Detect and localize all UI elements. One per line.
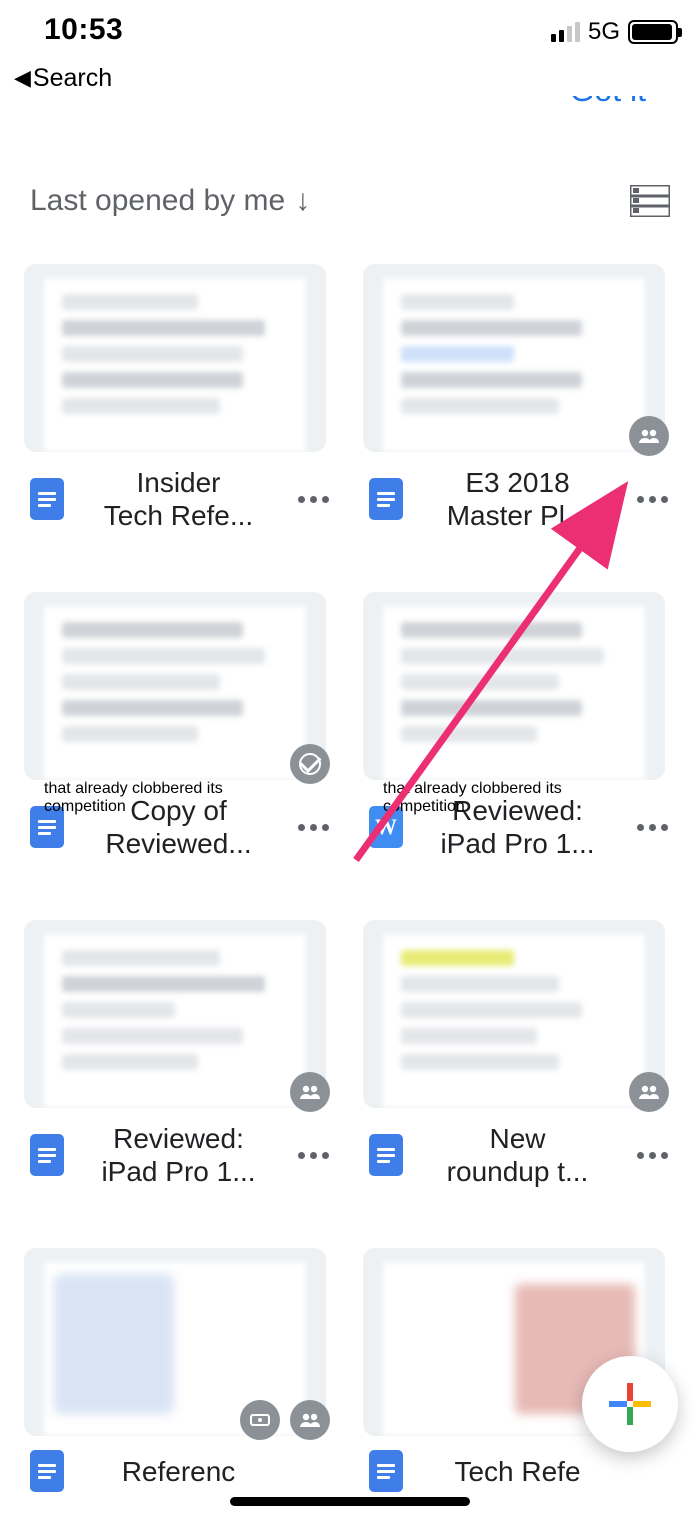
status-bar: 10:53 5G bbox=[0, 0, 700, 60]
file-title: Reviewed:iPad Pro 1... bbox=[78, 1122, 279, 1188]
sort-button[interactable]: Last opened by me ↓ bbox=[30, 184, 310, 218]
plus-icon bbox=[607, 1381, 653, 1427]
file-title: Tech Refe bbox=[417, 1455, 618, 1488]
more-icon bbox=[298, 496, 329, 503]
more-button[interactable] bbox=[632, 490, 672, 508]
battery-icon bbox=[628, 20, 678, 44]
back-button[interactable]: ◀ Search bbox=[0, 60, 700, 96]
file-card[interactable]: that already clobbered its competition W… bbox=[363, 592, 676, 860]
new-document-fab[interactable] bbox=[582, 1356, 678, 1452]
file-title: Newroundup t... bbox=[417, 1122, 618, 1188]
list-view-icon bbox=[630, 185, 670, 217]
more-icon bbox=[637, 1152, 668, 1159]
docs-icon bbox=[30, 1450, 64, 1492]
file-thumbnail bbox=[24, 264, 326, 452]
more-icon bbox=[637, 824, 668, 831]
sort-label: Last opened by me bbox=[30, 184, 285, 218]
shared-badge-icon bbox=[629, 416, 669, 456]
file-card[interactable]: Reviewed:iPad Pro 1... bbox=[24, 920, 337, 1188]
file-card[interactable]: InsiderTech Refe... bbox=[24, 264, 337, 532]
shared-badge-icon bbox=[290, 1072, 330, 1112]
docs-icon bbox=[369, 1450, 403, 1492]
docs-icon bbox=[369, 1134, 403, 1176]
view-toggle-button[interactable] bbox=[630, 185, 670, 217]
signal-icon bbox=[551, 22, 580, 42]
file-thumbnail bbox=[24, 920, 326, 1108]
more-icon bbox=[298, 824, 329, 831]
more-button[interactable] bbox=[293, 490, 333, 508]
file-card[interactable]: E3 2018Master Pl... bbox=[363, 264, 676, 532]
sort-row: Last opened by me ↓ bbox=[0, 114, 700, 244]
back-caret-icon: ◀ bbox=[14, 65, 31, 91]
file-thumbnail: that already clobbered its competition bbox=[363, 592, 665, 780]
file-card[interactable]: that already clobbered its competition C… bbox=[24, 592, 337, 860]
file-thumbnail: that already clobbered its competition bbox=[24, 592, 326, 780]
file-title: E3 2018Master Pl... bbox=[417, 466, 618, 532]
more-button[interactable] bbox=[632, 1146, 672, 1164]
shared-badge-icon bbox=[629, 1072, 669, 1112]
home-indicator[interactable] bbox=[230, 1497, 470, 1506]
file-title: InsiderTech Refe... bbox=[78, 466, 279, 532]
status-right: 5G bbox=[551, 18, 678, 46]
banner-row: Got it bbox=[0, 96, 700, 114]
file-thumbnail bbox=[363, 920, 665, 1108]
more-icon bbox=[298, 1152, 329, 1159]
file-grid: InsiderTech Refe... E3 2018Master Pl... … bbox=[0, 244, 700, 1492]
file-card[interactable]: Newroundup t... bbox=[363, 920, 676, 1188]
class-badge-icon bbox=[240, 1400, 280, 1440]
back-label: Search bbox=[33, 64, 112, 93]
status-time: 10:53 bbox=[44, 13, 123, 47]
file-thumbnail bbox=[24, 1248, 326, 1436]
file-title: Referenc bbox=[78, 1455, 279, 1488]
more-button[interactable] bbox=[632, 818, 672, 836]
more-button[interactable] bbox=[293, 1146, 333, 1164]
offline-badge-icon bbox=[290, 744, 330, 784]
shared-badge-icon bbox=[290, 1400, 330, 1440]
docs-icon bbox=[30, 1134, 64, 1176]
arrow-down-icon: ↓ bbox=[295, 184, 310, 218]
more-icon bbox=[637, 496, 668, 503]
file-thumbnail bbox=[363, 264, 665, 452]
docs-icon bbox=[30, 478, 64, 520]
file-card[interactable]: Referenc bbox=[24, 1248, 337, 1492]
more-button[interactable] bbox=[293, 818, 333, 836]
network-label: 5G bbox=[588, 18, 620, 46]
docs-icon bbox=[369, 478, 403, 520]
